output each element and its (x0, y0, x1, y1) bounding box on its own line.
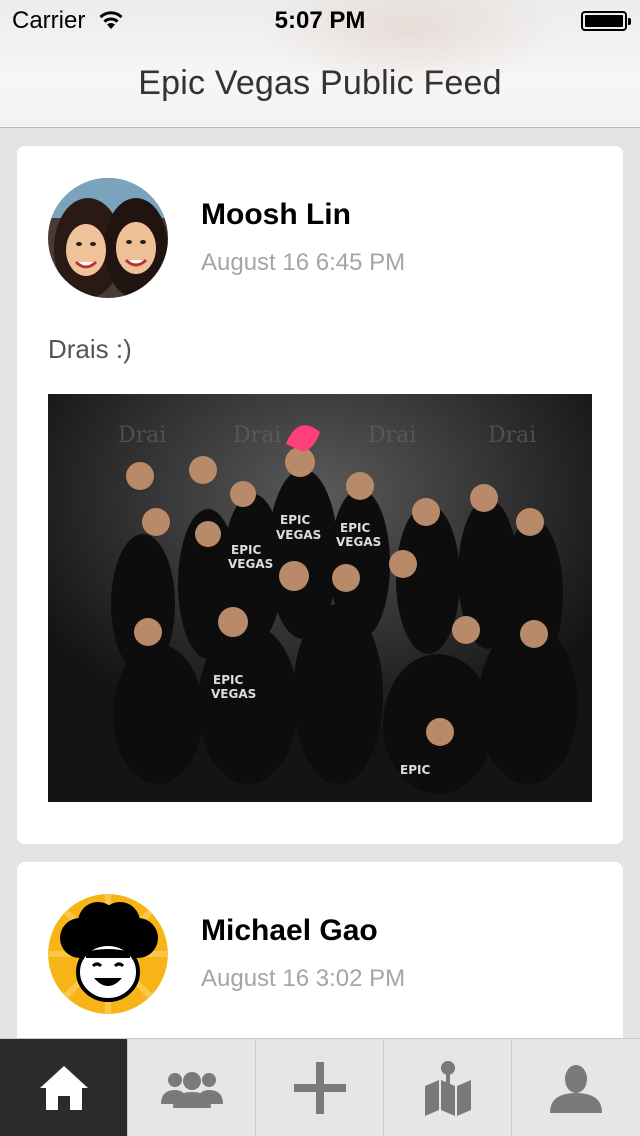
group-icon (160, 1072, 223, 1108)
post-photo[interactable]: Drai Drai Drai Drai EPIC VEGAS EPIC VEGA… (48, 394, 592, 802)
tab-home[interactable] (0, 1039, 128, 1136)
svg-text:EPIC: EPIC (400, 763, 430, 777)
navigation-bar: Carrier 5:07 PM Epic Vegas Public Feed (0, 0, 640, 128)
home-icon (39, 1066, 88, 1110)
tab-bar (0, 1038, 640, 1136)
feed-post[interactable]: Moosh Lin August 16 6:45 PM Drais :) Dra… (17, 146, 623, 844)
battery-icon (581, 11, 631, 31)
avatar[interactable] (48, 178, 168, 298)
status-bar: Carrier 5:07 PM (0, 0, 640, 40)
post-timestamp: August 16 6:45 PM (201, 249, 406, 276)
svg-text:EPIC: EPIC (340, 521, 370, 535)
svg-text:VEGAS: VEGAS (211, 687, 256, 701)
post-author[interactable]: Moosh Lin (201, 198, 351, 232)
svg-text:EPIC: EPIC (280, 513, 310, 527)
tab-map[interactable] (384, 1039, 512, 1136)
svg-text:Drai: Drai (233, 423, 281, 448)
feed-post[interactable]: Michael Gao August 16 3:02 PM (17, 862, 623, 1062)
post-author[interactable]: Michael Gao (201, 914, 378, 948)
svg-text:VEGAS: VEGAS (276, 528, 321, 542)
page-title: Epic Vegas Public Feed (138, 64, 502, 102)
profile-icon (550, 1065, 602, 1113)
svg-text:VEGAS: VEGAS (228, 557, 273, 571)
post-caption: Drais :) (48, 334, 132, 364)
avatar[interactable] (48, 894, 168, 1014)
tab-groups[interactable] (128, 1039, 256, 1136)
plus-icon (293, 1062, 346, 1114)
tab-profile[interactable] (512, 1039, 640, 1136)
svg-text:EPIC: EPIC (231, 543, 261, 557)
svg-text:Drai: Drai (118, 423, 166, 448)
map-icon (424, 1061, 471, 1116)
svg-text:EPIC: EPIC (213, 673, 243, 687)
svg-text:VEGAS: VEGAS (336, 535, 381, 549)
svg-text:Drai: Drai (368, 423, 416, 448)
post-timestamp: August 16 3:02 PM (201, 965, 406, 992)
tab-add-post[interactable] (256, 1039, 384, 1136)
svg-text:Drai: Drai (488, 423, 536, 448)
status-time: 5:07 PM (274, 7, 366, 34)
